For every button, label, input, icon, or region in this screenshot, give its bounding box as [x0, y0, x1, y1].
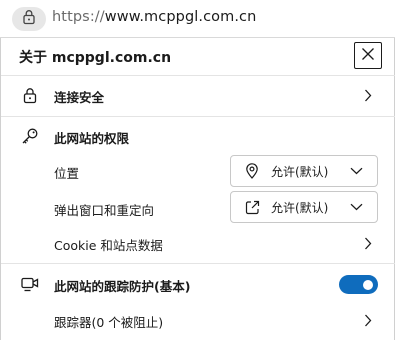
close-button[interactable]	[354, 42, 382, 69]
permissions-heading-row: 此网站的权限	[1, 118, 395, 154]
url-host: www.mcppgl.com.cn	[104, 9, 257, 25]
popups-select-value: 允许(默认)	[271, 201, 329, 215]
toggle-knob	[363, 279, 373, 290]
site-info-popup: 关于 mcppgl.com.cn 连接安全 此网站的权限 位置 允许(默认) 弹…	[0, 38, 395, 340]
chevron-right-icon	[361, 313, 375, 327]
close-icon	[361, 46, 375, 65]
connection-secure-row[interactable]: 连接安全	[1, 76, 395, 114]
key-icon	[21, 127, 39, 145]
trackers-row[interactable]: 跟踪器(0 个被阻止)	[1, 303, 395, 337]
chevron-right-icon	[361, 236, 375, 250]
chevron-down-icon	[349, 201, 363, 213]
cookies-label: Cookie 和站点数据	[54, 238, 163, 253]
connection-secure-label: 连接安全	[54, 90, 105, 105]
cookies-row[interactable]: Cookie 和站点数据	[1, 226, 395, 260]
address-bar: https://www.mcppgl.com.cn	[0, 0, 395, 38]
location-permission-select[interactable]: 允许(默认)	[230, 155, 378, 187]
section-divider	[1, 116, 395, 117]
site-info-button[interactable]	[12, 7, 46, 31]
url-protocol: https://	[52, 9, 105, 25]
popup-title: 关于 mcppgl.com.cn	[19, 50, 172, 66]
trackers-label: 跟踪器(0 个被阻止)	[54, 315, 164, 330]
tracking-prevention-heading: 此网站的跟踪防护(基本)	[54, 279, 191, 294]
url-text[interactable]: https://www.mcppgl.com.cn	[52, 9, 256, 25]
section-divider	[1, 263, 395, 264]
location-select-value: 允许(默认)	[271, 165, 329, 179]
tracking-prevention-toggle[interactable]	[339, 275, 378, 294]
popups-permission-select[interactable]: 允许(默认)	[230, 191, 378, 223]
tracking-camera-icon	[21, 275, 39, 293]
permissions-heading: 此网站的权限	[54, 131, 130, 146]
location-label: 位置	[54, 166, 80, 181]
popups-label: 弹出窗口和重定向	[54, 203, 155, 218]
chevron-right-icon	[361, 88, 375, 102]
chevron-down-icon	[349, 165, 363, 177]
lock-icon	[21, 86, 39, 104]
tracking-prevention-row: 此网站的跟踪防护(基本)	[1, 266, 395, 302]
location-pin-icon	[244, 163, 260, 179]
open-external-icon	[244, 199, 260, 215]
lock-icon	[22, 9, 36, 29]
